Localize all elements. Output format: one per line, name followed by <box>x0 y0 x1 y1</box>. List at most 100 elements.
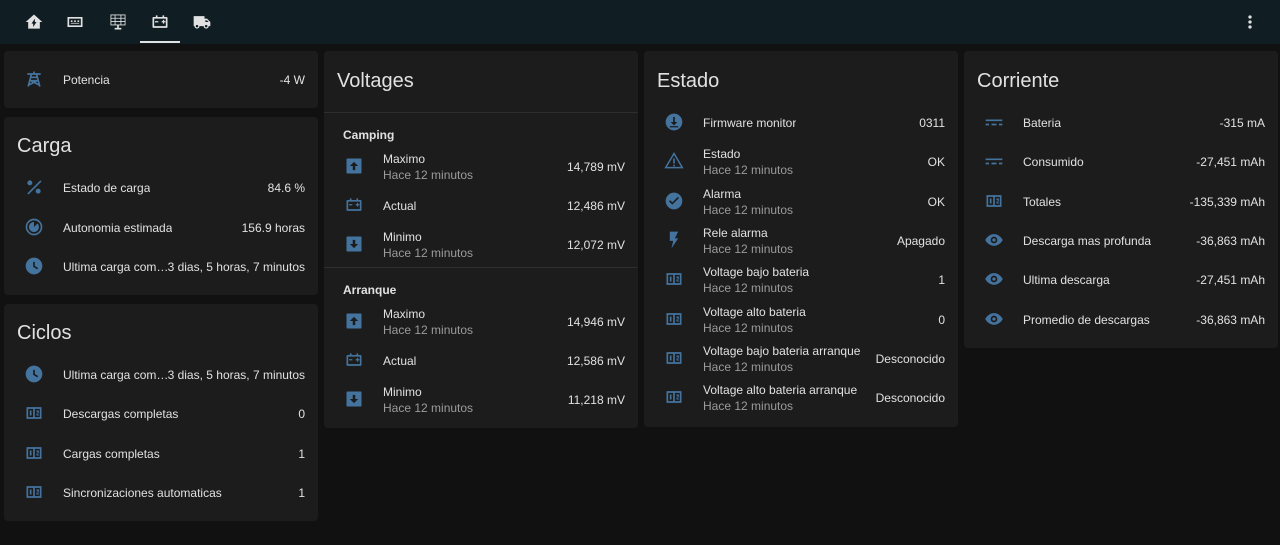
tab-truck[interactable] <box>182 0 222 44</box>
home-battery-icon <box>24 12 44 32</box>
arrow-down-box-icon <box>344 234 364 254</box>
carga-card: Carga Estado de carga 84.6 % Autonomia e… <box>4 117 318 295</box>
row-label: Voltage bajo bateria <box>703 265 810 279</box>
row-secondary: Hace 12 minutos <box>703 360 794 374</box>
row-label: Bateria <box>1023 116 1062 130</box>
list-item[interactable]: Sincronizaciones automaticas 1 <box>4 472 318 512</box>
download-circle-icon <box>664 112 684 132</box>
carga-title: Carga <box>17 135 72 157</box>
list-item[interactable]: Maximo Hace 12 minutos 14,789 mV <box>324 146 638 186</box>
tab-charger[interactable] <box>55 0 95 44</box>
solar-panel-icon <box>108 12 128 32</box>
potencia-row[interactable]: Potencia -4 W <box>4 59 318 99</box>
row-value: 0 <box>938 313 945 327</box>
list-item[interactable]: Cargas completas 1 <box>4 433 318 473</box>
row-secondary: Hace 12 minutos <box>703 281 794 295</box>
row-value: Apagado <box>896 234 945 248</box>
row-label: Actual <box>383 354 417 368</box>
row-value: OK <box>927 195 945 209</box>
row-value: -315 mA <box>1219 116 1265 130</box>
row-value: 1 <box>298 447 305 461</box>
list-item[interactable]: Voltage bajo bateria Hace 12 minutos 1 <box>644 259 958 299</box>
divider <box>324 267 638 268</box>
row-secondary: Hace 12 minutos <box>703 203 794 217</box>
potencia-label: Potencia <box>63 73 110 87</box>
tab-home-battery[interactable] <box>14 0 54 44</box>
estado-title: Estado <box>657 70 720 92</box>
counter-icon <box>984 191 1004 211</box>
flash-icon <box>664 230 684 250</box>
list-item[interactable]: Estado de carga 84.6 % <box>4 167 318 207</box>
eye-icon <box>984 269 1004 289</box>
list-item[interactable]: Minimo Hace 12 minutos 12,072 mV <box>324 224 638 264</box>
row-secondary: Hace 12 minutos <box>383 323 474 337</box>
list-item[interactable]: Consumido -27,451 mAh <box>964 141 1278 181</box>
timelapse-icon <box>24 217 44 237</box>
list-item[interactable]: Actual 12,486 mV <box>324 185 638 225</box>
counter-icon <box>24 443 44 463</box>
ciclos-title: Ciclos <box>17 322 72 344</box>
row-label: Voltage alto bateria arranque <box>703 383 858 397</box>
list-item[interactable]: Totales -135,339 mAh <box>964 181 1278 221</box>
list-item[interactable]: Rele alarma Hace 12 minutos Apagado <box>644 220 958 260</box>
row-value: 3 dias, 5 horas, 7 minutos <box>167 260 305 274</box>
list-item[interactable]: Ultima carga completa 3 dias, 5 horas, 7… <box>4 354 318 394</box>
row-label: Firmware monitor <box>703 116 797 130</box>
row-label: Ultima carga completa <box>63 260 170 274</box>
row-secondary: Hace 12 minutos <box>383 246 474 260</box>
voltages-title: Voltages <box>337 70 414 92</box>
row-label: Descarga mas profunda <box>1023 234 1152 248</box>
current-dc-icon <box>984 151 1004 171</box>
divider <box>324 112 638 113</box>
list-item[interactable]: Descarga mas profunda -36,863 mAh <box>964 220 1278 260</box>
truck-icon <box>192 12 212 32</box>
list-item[interactable]: Voltage alto bateria arranque Hace 12 mi… <box>644 377 958 417</box>
row-secondary: Hace 12 minutos <box>703 163 794 177</box>
car-battery-icon <box>344 195 364 215</box>
list-item[interactable]: Autonomia estimada 156.9 horas <box>4 207 318 247</box>
list-item[interactable]: Descargas completas 0 <box>4 393 318 433</box>
row-value: 12,586 mV <box>566 354 625 368</box>
list-item[interactable]: Actual 12,586 mV <box>324 340 638 380</box>
row-value: -36,863 mAh <box>1196 234 1265 248</box>
list-item[interactable]: Bateria -315 mA <box>964 102 1278 142</box>
list-item[interactable]: Firmware monitor 0311 <box>644 102 958 142</box>
row-value: OK <box>927 155 945 169</box>
car-battery-icon <box>344 350 364 370</box>
list-item[interactable]: Maximo Hace 12 minutos 14,946 mV <box>324 301 638 341</box>
counter-icon <box>664 387 684 407</box>
row-value: 1 <box>298 486 305 500</box>
list-item[interactable]: Estado Hace 12 minutos OK <box>644 141 958 181</box>
row-label: Totales <box>1023 195 1062 209</box>
counter-icon <box>664 348 684 368</box>
top-toolbar <box>0 0 1280 44</box>
counter-icon <box>664 309 684 329</box>
alert-icon <box>664 151 684 171</box>
list-item[interactable]: Minimo Hace 12 minutos 11,218 mV <box>324 379 638 419</box>
tab-solar[interactable] <box>98 0 138 44</box>
row-label: Sincronizaciones automaticas <box>63 486 222 500</box>
counter-icon <box>24 482 44 502</box>
row-secondary: Hace 12 minutos <box>703 242 794 256</box>
list-item[interactable]: Promedio de descargas -36,863 mAh <box>964 299 1278 339</box>
clock-icon <box>24 256 44 276</box>
list-item[interactable]: Voltage alto bateria Hace 12 minutos 0 <box>644 299 958 339</box>
row-value: 11,218 mV <box>567 393 625 407</box>
list-item[interactable]: Alarma Hace 12 minutos OK <box>644 181 958 221</box>
list-item[interactable]: Ultima carga completa 3 dias, 5 horas, 7… <box>4 246 318 286</box>
row-label: Rele alarma <box>703 226 768 240</box>
row-label: Promedio de descargas <box>1023 313 1150 327</box>
row-label: Minimo <box>383 230 422 244</box>
tab-battery[interactable] <box>140 0 180 44</box>
list-item[interactable]: Ultima descarga -27,451 mAh <box>964 259 1278 299</box>
overflow-menu-button[interactable] <box>1238 10 1262 34</box>
row-value: 156.9 horas <box>241 221 305 235</box>
counter-icon <box>24 403 44 423</box>
dots-vertical-icon <box>1240 12 1260 32</box>
transmission-tower-icon <box>24 69 44 89</box>
list-item[interactable]: Voltage bajo bateria arranque Hace 12 mi… <box>644 338 958 378</box>
car-battery-icon <box>150 12 170 32</box>
corriente-title: Corriente <box>977 70 1060 92</box>
counter-icon <box>664 269 684 289</box>
potencia-card: Potencia -4 W <box>4 51 318 108</box>
